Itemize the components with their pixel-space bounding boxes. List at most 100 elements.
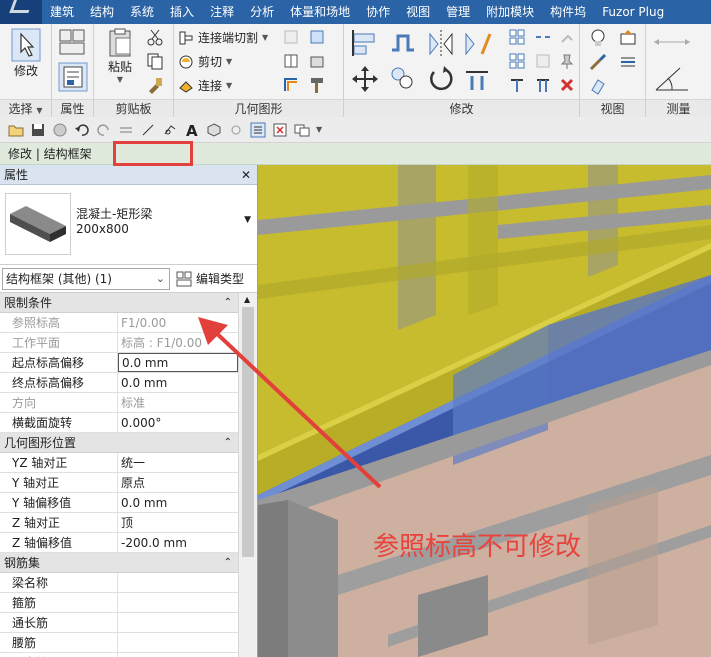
copy-element-icon[interactable] xyxy=(388,64,418,94)
thin-lines-icon[interactable] xyxy=(118,122,134,138)
split-face-icon[interactable] xyxy=(282,52,300,70)
tag-icon[interactable] xyxy=(162,122,178,138)
move-icon[interactable] xyxy=(350,64,380,94)
property-value[interactable]: -200.0 mm xyxy=(118,533,238,552)
view-lines-icon[interactable] xyxy=(618,52,638,72)
section-name: 几何图形位置 xyxy=(4,436,77,450)
modify-button[interactable]: 修改 xyxy=(6,28,46,79)
svg-text:A: A xyxy=(186,122,198,138)
default-3d-view-icon[interactable] xyxy=(206,122,222,138)
array-icon[interactable] xyxy=(508,52,526,70)
paint-icon[interactable] xyxy=(308,28,326,46)
pin-icon[interactable] xyxy=(558,52,576,70)
selector-row: 结构框架 (其他) (1) ⌄ 编辑类型 xyxy=(0,265,257,293)
property-value[interactable]: 顶 xyxy=(118,513,238,532)
tab-1[interactable]: 结构 xyxy=(82,0,122,24)
close-icon[interactable]: ✕ xyxy=(241,165,251,185)
cut-geometry-label: 剪切 xyxy=(198,55,223,69)
hammer-icon[interactable] xyxy=(308,76,326,94)
measure-distance-icon[interactable] xyxy=(650,32,696,52)
collapse-icon[interactable]: ⌃ xyxy=(224,293,232,313)
property-name: 横截面旋转 xyxy=(0,413,118,432)
tab-0[interactable]: 建筑 xyxy=(42,0,82,24)
tab-9[interactable]: 管理 xyxy=(438,0,478,24)
redo-icon[interactable] xyxy=(96,122,112,138)
property-value[interactable] xyxy=(118,573,238,592)
customize-toolbar-caret[interactable]: ▼ xyxy=(316,125,322,134)
measure-panel-label: 测量 xyxy=(666,102,691,116)
type-properties-icon[interactable] xyxy=(58,28,88,56)
property-value[interactable] xyxy=(118,593,238,612)
demolish-icon[interactable] xyxy=(308,52,326,70)
property-name: 终点标高偏移 xyxy=(0,373,118,392)
collapse-icon[interactable]: ⌃ xyxy=(224,553,232,573)
split-element-icon[interactable] xyxy=(508,28,526,46)
app-menu-button[interactable] xyxy=(0,0,42,24)
property-value[interactable] xyxy=(118,653,238,657)
split-gap-icon[interactable] xyxy=(534,28,552,46)
properties-icon[interactable] xyxy=(58,62,88,92)
trim-extend-icon[interactable] xyxy=(462,64,492,94)
cut-geometry-button[interactable]: 剪切 ▼ xyxy=(178,53,232,70)
cut-scissors-icon[interactable] xyxy=(146,28,164,46)
property-name: Z 轴对正 xyxy=(0,513,118,532)
tab-11[interactable]: 构件坞 xyxy=(542,0,594,24)
scroll-up-icon[interactable]: ▲ xyxy=(244,295,250,304)
type-selector[interactable]: 混凝土-矩形梁 200x800 ▼ xyxy=(0,185,257,265)
wall-opening-icon[interactable] xyxy=(282,76,300,94)
undo-icon[interactable] xyxy=(74,122,90,138)
tab-2[interactable]: 系统 xyxy=(122,0,162,24)
override-graphics-icon[interactable] xyxy=(618,28,638,48)
tab-6[interactable]: 体量和场地 xyxy=(282,0,358,24)
tab-4[interactable]: 注释 xyxy=(202,0,242,24)
property-section-header[interactable]: 钢筋集 ⌃ xyxy=(0,553,238,573)
section-icon[interactable] xyxy=(228,122,244,138)
edit-type-button[interactable]: 编辑类型 xyxy=(176,270,244,287)
trim-multiple-icon[interactable] xyxy=(534,76,552,94)
property-value[interactable] xyxy=(118,613,238,632)
unpin-icon[interactable] xyxy=(558,28,576,46)
lightbulb-icon[interactable] xyxy=(588,28,608,48)
switch-windows-icon[interactable] xyxy=(294,122,310,138)
join-geometry-button[interactable]: 连接 ▼ xyxy=(178,77,232,94)
tab-5[interactable]: 分析 xyxy=(242,0,282,24)
tab-10[interactable]: 附加模块 xyxy=(478,0,542,24)
cursor-icon xyxy=(11,28,41,62)
aligned-dimension-icon[interactable] xyxy=(140,122,156,138)
scale-icon[interactable] xyxy=(534,52,552,70)
wall-join-icon[interactable] xyxy=(282,28,300,46)
paste-button[interactable]: 粘贴 ▼ xyxy=(102,28,138,84)
instance-filter-select[interactable]: 结构框架 (其他) (1) ⌄ xyxy=(2,268,170,290)
angular-dimension-icon[interactable] xyxy=(650,64,696,94)
close-hidden-windows-icon[interactable] xyxy=(272,122,288,138)
revit-window: 建筑 结构 系统 插入 注释 分析 体量和场地 协作 视图 管理 附加模块 构件坞 Fuzor Plug… xyxy=(0,0,711,657)
tab-7[interactable]: 协作 xyxy=(358,0,398,24)
align-icon[interactable] xyxy=(350,28,380,58)
property-value[interactable]: 0.0 mm xyxy=(118,493,238,512)
eraser-icon[interactable] xyxy=(588,76,608,96)
save-icon[interactable] xyxy=(30,122,46,138)
property-row: 箍筋 xyxy=(0,593,238,613)
offset-icon[interactable] xyxy=(388,28,418,58)
text-icon[interactable]: A xyxy=(184,122,200,138)
type-dropdown-caret[interactable]: ▼ xyxy=(244,215,251,225)
properties-toggle-icon[interactable] xyxy=(250,122,266,138)
copy-icon[interactable] xyxy=(146,52,164,70)
property-value[interactable] xyxy=(118,633,238,652)
mirror-axis-icon[interactable] xyxy=(426,28,456,58)
match-properties-icon[interactable] xyxy=(146,76,164,94)
tab-12[interactable]: Fuzor Plug xyxy=(594,0,672,24)
trim-single-icon[interactable] xyxy=(508,76,526,94)
join-cut-button[interactable]: 连接端切割 ▼ xyxy=(178,29,268,46)
linework-brush-icon[interactable] xyxy=(588,52,608,72)
select-panel-label[interactable]: 选择 xyxy=(9,102,33,116)
tab-3[interactable]: 插入 xyxy=(162,0,202,24)
open-folder-icon[interactable] xyxy=(8,122,24,138)
join-cut-icon xyxy=(179,31,193,44)
rotate-icon[interactable] xyxy=(426,64,456,94)
property-section-header[interactable]: 限制条件 ⌃ xyxy=(0,293,238,313)
sync-icon[interactable] xyxy=(52,122,68,138)
delete-icon[interactable] xyxy=(558,76,576,94)
mirror-draw-icon[interactable] xyxy=(462,28,492,58)
tab-8[interactable]: 视图 xyxy=(398,0,438,24)
